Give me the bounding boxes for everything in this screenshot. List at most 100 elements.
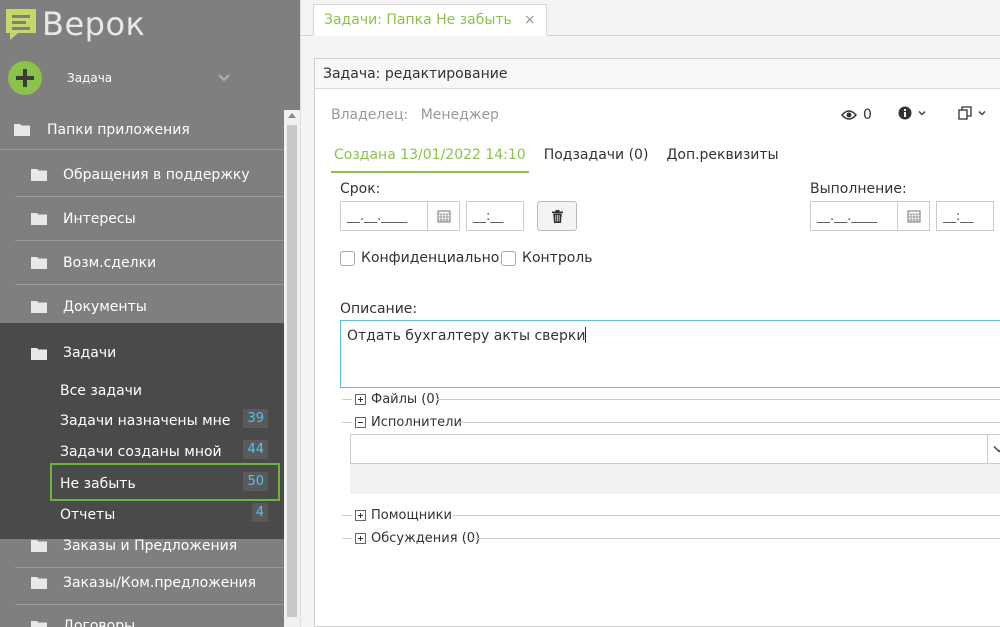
- text-cursor: [585, 327, 587, 343]
- folder-icon: [31, 576, 47, 589]
- tab-label: Задачи: Папка Не забыть: [324, 12, 512, 28]
- completion-date-input[interactable]: __.__.____: [810, 201, 930, 231]
- sidebar-expanded-folder: Задачи Все задачи Задачи назначены мне 3…: [0, 323, 285, 539]
- sidebar-item-label: Заказы и Предложения: [63, 537, 238, 554]
- deadline-label: Срок:: [340, 181, 381, 197]
- sidebar-item-label: Договоры: [63, 618, 136, 627]
- subitem-label: Не забыть: [60, 476, 136, 492]
- section-label: Исполнители: [371, 414, 462, 430]
- count-badge: 4: [251, 503, 268, 522]
- sidebar-item-label: Обращения в поддержку: [63, 166, 250, 183]
- tab-subtasks[interactable]: Подзадачи (0): [541, 143, 652, 173]
- collapse-minus-icon: [355, 416, 366, 428]
- tab-created[interactable]: Создана 13/01/2022 14:10: [331, 143, 529, 173]
- completion-time-input[interactable]: __:__: [936, 201, 994, 231]
- checkbox-box[interactable]: [340, 250, 355, 266]
- chevron-down-icon: [918, 111, 926, 116]
- completion-label: Выполнение:: [810, 181, 907, 197]
- sidebar-item-support[interactable]: Обращения в поддержку: [15, 153, 283, 197]
- checkbox-label: Конфиденциально: [361, 250, 500, 266]
- folder-icon: [31, 168, 47, 181]
- subitem-dont-forget[interactable]: Не забыть 50: [60, 470, 280, 498]
- close-icon[interactable]: ×: [524, 12, 536, 28]
- confidential-checkbox[interactable]: Конфиденциально: [340, 250, 499, 266]
- section-divider: [437, 399, 1000, 400]
- views-indicator[interactable]: 0: [841, 107, 872, 123]
- quick-add-select[interactable]: Задача: [67, 71, 112, 85]
- section-label: Обсуждения (0): [371, 530, 481, 546]
- executors-list: [350, 464, 1000, 494]
- description-textarea[interactable]: Отдать бухгалтеру акты сверки: [340, 320, 1000, 388]
- files-section-toggle[interactable]: Файлы (0): [355, 391, 440, 407]
- folder-icon: [31, 256, 47, 269]
- executors-section-toggle[interactable]: Исполнители: [355, 414, 462, 430]
- checkbox-label: Контроль: [522, 250, 593, 266]
- count-badge: 50: [243, 472, 268, 491]
- quick-add-row: Задача: [8, 60, 298, 96]
- helpers-section-toggle[interactable]: Помощники: [355, 507, 452, 523]
- inner-tabs: Создана 13/01/2022 14:10 Подзадачи (0) Д…: [331, 143, 794, 173]
- count-badge: 44: [243, 440, 268, 459]
- tab-dont-forget-folder[interactable]: Задачи: Папка Не забыть ×: [313, 4, 547, 36]
- completion-time-value: __:__: [943, 208, 974, 224]
- clear-deadline-button[interactable]: [537, 201, 577, 231]
- owner-label: Владелец:: [331, 107, 409, 123]
- panel-title: Задача: редактирование: [315, 59, 1000, 89]
- chevron-down-icon[interactable]: [987, 435, 1000, 463]
- subitem-created-by-me[interactable]: Задачи созданы мной 44: [60, 438, 280, 466]
- deadline-time-input[interactable]: __:__: [466, 201, 524, 231]
- section-divider: [460, 422, 1000, 423]
- section-divider: [342, 399, 352, 400]
- folder-icon: [14, 123, 30, 136]
- chevron-down-icon[interactable]: [216, 70, 232, 86]
- sidebar-item-label: Задачи: [63, 345, 117, 361]
- deadline-date-input[interactable]: __.__.____: [340, 201, 460, 231]
- sidebar: Верок Задача Папки приложения Обращения …: [0, 0, 300, 627]
- description-value: Отдать бухгалтеру акты сверки: [347, 328, 586, 344]
- folder-icon: [31, 539, 47, 552]
- owner-row: Владелец: Менеджер: [331, 107, 499, 123]
- sidebar-header-label: Папки приложения: [47, 121, 190, 138]
- executors-select[interactable]: [350, 434, 1000, 464]
- sidebar-item-label: Документы: [63, 298, 147, 315]
- sidebar-item-orders-proposals[interactable]: Заказы/Ком.предложения: [15, 561, 283, 605]
- deadline-time-value: __:__: [473, 208, 504, 224]
- tab-extra-props[interactable]: Доп.реквизиты: [663, 143, 781, 173]
- add-button[interactable]: [8, 61, 42, 95]
- subitem-label: Все задачи: [60, 383, 143, 399]
- sidebar-item-deals[interactable]: Возм.сделки: [15, 241, 283, 285]
- discussions-section-toggle[interactable]: Обсуждения (0): [355, 530, 480, 546]
- subitem-all-tasks[interactable]: Все задачи: [60, 377, 280, 405]
- folder-icon: [31, 212, 47, 225]
- logo-icon: [4, 7, 38, 41]
- sidebar-item-contracts[interactable]: Договоры: [15, 604, 283, 627]
- expand-plus-icon: [355, 393, 366, 405]
- control-checkbox[interactable]: Контроль: [501, 250, 592, 266]
- sidebar-header[interactable]: Папки приложения: [0, 110, 300, 150]
- folder-icon: [31, 620, 47, 627]
- app-logo[interactable]: Верок: [4, 6, 145, 42]
- section-divider: [342, 538, 352, 539]
- description-label: Описание:: [340, 301, 418, 317]
- subitem-assigned-to-me[interactable]: Задачи назначены мне 39: [60, 407, 280, 435]
- folder-icon: [31, 300, 47, 313]
- info-menu-button[interactable]: [898, 106, 926, 120]
- sidebar-item-tasks[interactable]: Задачи: [15, 331, 283, 375]
- subitem-label: Задачи созданы мной: [60, 444, 222, 460]
- section-label: Файлы (0): [371, 391, 440, 407]
- calendar-icon[interactable]: [897, 202, 929, 230]
- owner-value[interactable]: Менеджер: [421, 107, 499, 123]
- section-label: Помощники: [371, 507, 452, 523]
- sidebar-scroll-thumb[interactable]: [287, 125, 297, 617]
- checkbox-box[interactable]: [501, 250, 516, 266]
- scroll-up-arrow-icon[interactable]: [288, 113, 296, 118]
- count-badge: 39: [243, 409, 268, 428]
- section-divider: [453, 515, 1000, 516]
- sidebar-item-interests[interactable]: Интересы: [15, 197, 283, 241]
- calendar-icon[interactable]: [427, 202, 459, 230]
- logo-text: Верок: [42, 5, 146, 43]
- task-edit-panel: Задача: редактирование Владелец: Менедже…: [314, 58, 1000, 627]
- deadline-date-value: __.__.____: [347, 208, 408, 224]
- copy-menu-button[interactable]: [958, 106, 986, 120]
- sidebar-item-label: Интересы: [63, 210, 136, 227]
